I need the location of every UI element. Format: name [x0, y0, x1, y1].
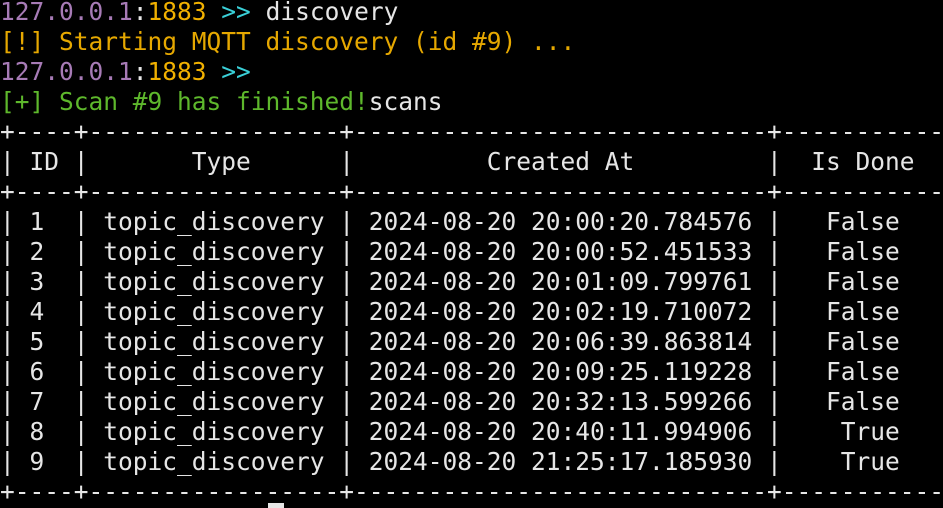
prompt-separator: : [132, 57, 148, 86]
prompt-line-2: 127.0.0.1:1883 >> [0, 57, 251, 87]
scan-finished-line: [+] Scan #9 has finished!scans [0, 87, 443, 117]
prompt-host: 127.0.0.1 [0, 57, 133, 86]
prompt-port: 1883 [147, 57, 207, 86]
text-cursor [268, 503, 284, 508]
table-row: | 2 | topic_discovery | 2024-08-20 20:00… [0, 237, 943, 266]
table-row: | 7 | topic_discovery | 2024-08-20 20:32… [0, 387, 943, 416]
prompt-separator: : [132, 0, 148, 26]
table-row: | 9 | topic_discovery | 2024-08-20 21:25… [0, 447, 943, 476]
discovery-start-message: [!] Starting MQTT discovery (id #9) ... [0, 27, 576, 56]
terminal-window[interactable]: 127.0.0.1:1883 >> discovery [!] Starting… [0, 0, 943, 508]
table-row: | 1 | topic_discovery | 2024-08-20 20:00… [0, 207, 943, 236]
table-border-bottom: +----+-----------------+----------------… [0, 477, 943, 506]
table-border-header: +----+-----------------+----------------… [0, 177, 943, 206]
prompt-arrows: >> [206, 57, 251, 86]
table-row: | 6 | topic_discovery | 2024-08-20 20:09… [0, 357, 943, 386]
table-row: | 5 | topic_discovery | 2024-08-20 20:06… [0, 327, 943, 356]
prompt-line-1: 127.0.0.1:1883 >> discovery [0, 0, 398, 27]
scan-finished-message: [+] Scan #9 has finished! [0, 87, 369, 116]
table-header: | ID | Type | Created At | Is Done | [0, 147, 943, 176]
prompt-host: 127.0.0.1 [0, 0, 133, 26]
table-row: | 8 | topic_discovery | 2024-08-20 20:40… [0, 417, 943, 446]
command-text: discovery [265, 0, 399, 26]
table-border-top: +----+-----------------+----------------… [0, 117, 943, 146]
typed-command: scans [368, 87, 443, 116]
prompt-arrows: >> [206, 0, 266, 26]
prompt-port: 1883 [147, 0, 207, 26]
table-row: | 3 | topic_discovery | 2024-08-20 20:01… [0, 267, 943, 296]
table-row: | 4 | topic_discovery | 2024-08-20 20:02… [0, 297, 943, 326]
